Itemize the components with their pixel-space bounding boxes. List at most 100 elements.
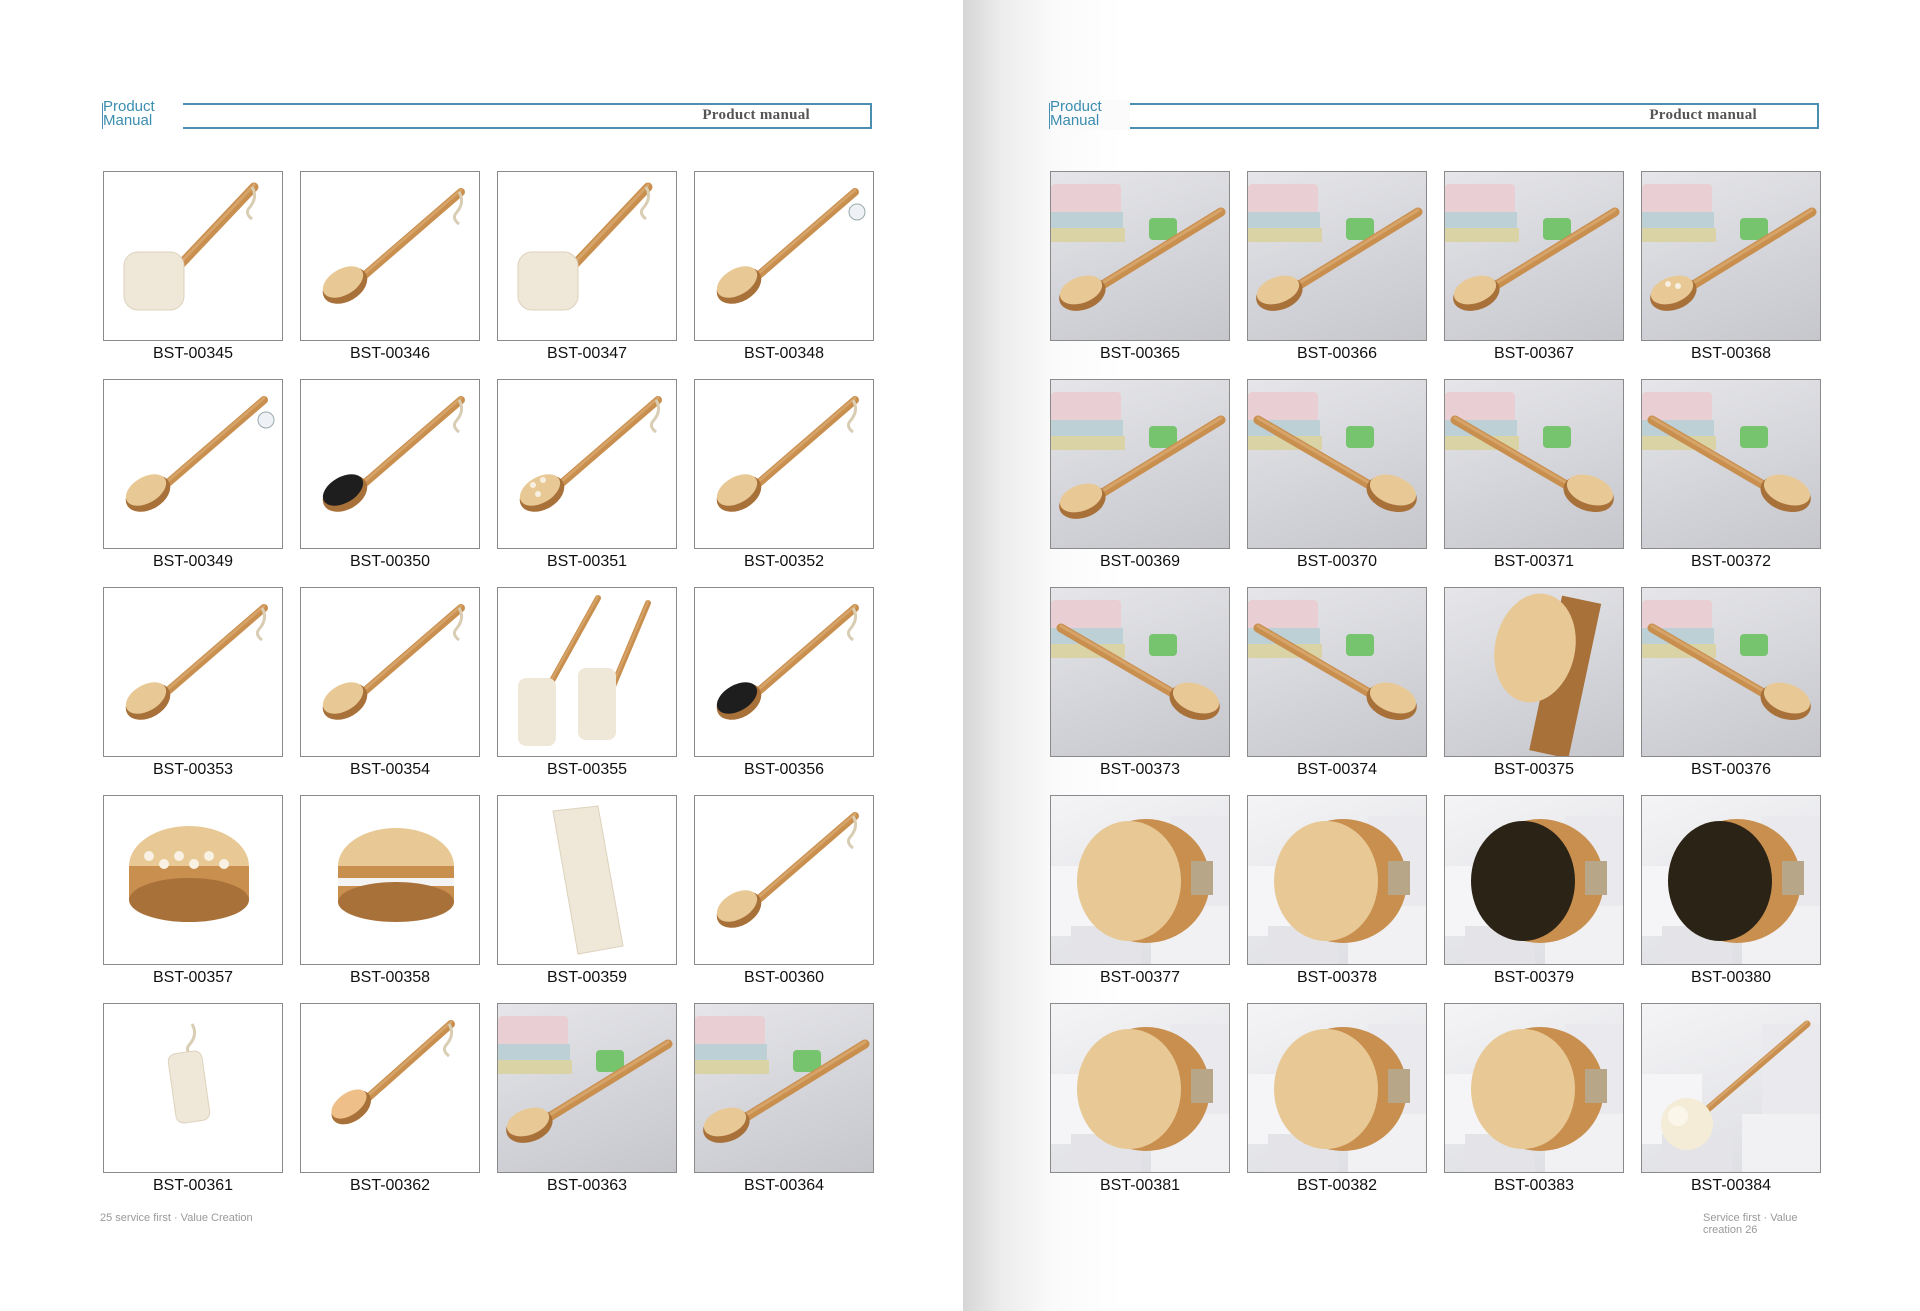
product-card: BST-00380	[1641, 795, 1821, 1003]
product-card: BST-00366	[1247, 171, 1427, 379]
product-code: BST-00361	[152, 1177, 234, 1194]
product-code: BST-00373	[1099, 761, 1181, 778]
product-card: BST-00360	[694, 795, 874, 1003]
product-image	[300, 171, 480, 341]
product-image	[300, 1003, 480, 1173]
product-code: BST-00347	[546, 345, 628, 362]
product-illustration	[1248, 600, 1417, 721]
product-card: BST-00348	[694, 171, 874, 379]
product-image	[103, 1003, 283, 1173]
product-card: BST-00345	[103, 171, 283, 379]
product-code: BST-00363	[546, 1177, 628, 1194]
product-image	[300, 587, 480, 757]
product-card: BST-00359	[497, 795, 677, 1003]
product-code: BST-00369	[1099, 553, 1181, 570]
product-grid: BST-00345 BST-00346 BST-00347 BST-00348 BST-…	[103, 171, 874, 1211]
header-title: Product manual	[702, 107, 810, 123]
product-card: BST-00356	[694, 587, 874, 795]
product-card: BST-00370	[1247, 379, 1427, 587]
product-image	[1444, 587, 1624, 757]
product-illustration	[129, 826, 249, 922]
product-card: BST-00353	[103, 587, 283, 795]
product-image	[694, 379, 874, 549]
product-illustration	[1445, 184, 1620, 311]
product-illustration	[1248, 392, 1417, 513]
product-code: BST-00350	[349, 553, 431, 570]
product-image	[694, 587, 874, 757]
product-illustration	[1051, 1024, 1229, 1172]
product-card: BST-00373	[1050, 587, 1230, 795]
product-card: BST-00349	[103, 379, 283, 587]
product-illustration	[498, 1016, 673, 1143]
product-code: BST-00353	[152, 761, 234, 778]
product-code: BST-00376	[1690, 761, 1772, 778]
product-code: BST-00371	[1493, 553, 1575, 570]
product-image	[1247, 795, 1427, 965]
product-illustration	[1642, 1020, 1820, 1172]
product-card: BST-00363	[497, 1003, 677, 1211]
product-code: BST-00378	[1296, 969, 1378, 986]
product-illustration	[322, 396, 465, 512]
product-illustration	[517, 182, 653, 311]
product-card: BST-00352	[694, 379, 874, 587]
product-image	[1050, 1003, 1230, 1173]
product-card: BST-00365	[1050, 171, 1230, 379]
product-card: BST-00384	[1641, 1003, 1821, 1211]
product-code: BST-00360	[743, 969, 825, 986]
product-card: BST-00374	[1247, 587, 1427, 795]
product-image	[1050, 379, 1230, 549]
product-code: BST-00370	[1296, 553, 1378, 570]
product-illustration	[518, 595, 651, 746]
page-footer: 25 service first · Value Creation	[100, 1212, 253, 1224]
product-illustration	[1642, 184, 1817, 311]
left-page: Product Manual Product manual BST-00345 B…	[0, 0, 963, 1311]
product-illustration	[1642, 392, 1811, 513]
product-card: BST-00364	[694, 1003, 874, 1211]
product-code: BST-00349	[152, 553, 234, 570]
product-code: BST-00345	[152, 345, 234, 362]
brand-label: Product Manual	[1050, 99, 1130, 130]
product-image	[1247, 171, 1427, 341]
product-code: BST-00368	[1690, 345, 1772, 362]
product-illustration	[125, 396, 275, 512]
product-image	[1444, 171, 1624, 341]
product-code: BST-00367	[1493, 345, 1575, 362]
product-image	[1247, 379, 1427, 549]
product-image	[103, 795, 283, 965]
product-illustration	[716, 396, 859, 512]
product-card: BST-00372	[1641, 379, 1821, 587]
product-image	[1050, 171, 1230, 341]
right-page: Product Manual Product manual BST-00365 B…	[963, 0, 1920, 1311]
product-illustration	[1494, 593, 1602, 756]
product-image	[300, 379, 480, 549]
product-image	[1247, 1003, 1427, 1173]
product-illustration	[125, 604, 268, 720]
product-code: BST-00355	[546, 761, 628, 778]
product-illustration	[716, 812, 859, 928]
product-illustration	[1445, 392, 1614, 513]
product-image	[497, 171, 677, 341]
product-image	[1641, 1003, 1821, 1173]
product-card: BST-00358	[300, 795, 480, 1003]
product-code: BST-00359	[546, 969, 628, 986]
product-card: BST-00357	[103, 795, 283, 1003]
product-code: BST-00375	[1493, 761, 1575, 778]
brand-label: Product Manual	[103, 99, 183, 130]
product-illustration	[1445, 1024, 1623, 1172]
product-card: BST-00351	[497, 379, 677, 587]
product-code: BST-00372	[1690, 553, 1772, 570]
product-illustration	[716, 188, 866, 304]
product-code: BST-00382	[1296, 1177, 1378, 1194]
product-illustration	[331, 1020, 455, 1125]
product-card: BST-00371	[1444, 379, 1624, 587]
product-card: BST-00367	[1444, 171, 1624, 379]
product-illustration	[1248, 816, 1426, 964]
product-illustration	[1248, 1024, 1426, 1172]
product-card: BST-00355	[497, 587, 677, 795]
product-code: BST-00357	[152, 969, 234, 986]
product-card: BST-00378	[1247, 795, 1427, 1003]
product-code: BST-00358	[349, 969, 431, 986]
product-card: BST-00354	[300, 587, 480, 795]
product-illustration	[1051, 392, 1226, 519]
product-code: BST-00364	[743, 1177, 825, 1194]
